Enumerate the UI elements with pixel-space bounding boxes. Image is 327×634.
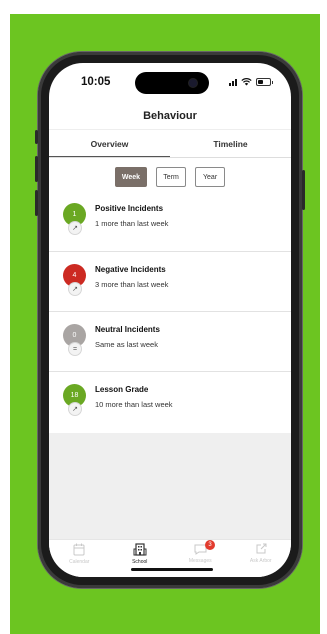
dynamic-island xyxy=(135,72,209,94)
item-subtitle: 1 more than last week xyxy=(95,219,169,228)
tab-overview[interactable]: Overview xyxy=(49,130,170,158)
home-indicator[interactable] xyxy=(131,568,213,571)
nav-ask-arbor[interactable]: Ask Arbor xyxy=(231,540,292,577)
wifi-icon xyxy=(241,78,252,86)
item-subtitle: 10 more than last week xyxy=(95,400,173,409)
phone-frame: 10:05 Behaviour Overview Timeline Week T… xyxy=(35,52,305,588)
incident-list: 1 ↗ Positive Incidents 1 more than last … xyxy=(49,191,291,431)
phone-screen: 10:05 Behaviour Overview Timeline Week T… xyxy=(49,63,291,577)
status-icons xyxy=(229,78,273,86)
calendar-icon xyxy=(73,543,85,556)
trend-up-icon: ↗ xyxy=(68,282,82,296)
tab-timeline[interactable]: Timeline xyxy=(170,130,291,157)
signal-icon xyxy=(229,78,237,86)
nav-label: Messages xyxy=(188,558,212,564)
volume-down-button xyxy=(35,190,38,216)
nav-label: School xyxy=(132,559,148,565)
list-item[interactable]: 4 ↗ Negative Incidents 3 more than last … xyxy=(49,251,291,311)
list-item[interactable]: 0 = Neutral Incidents Same as last week xyxy=(49,311,291,371)
period-year-button[interactable]: Year xyxy=(195,167,226,187)
nav-calendar[interactable]: Calendar xyxy=(49,540,110,577)
period-week-button[interactable]: Week xyxy=(114,167,148,187)
nav-label: Calendar xyxy=(69,559,90,565)
unread-badge: 3 xyxy=(205,540,215,550)
period-selector: Week Term Year xyxy=(49,167,291,187)
power-button xyxy=(302,170,305,210)
tab-bar: Overview Timeline xyxy=(49,129,291,158)
item-title: Positive Incidents xyxy=(95,204,164,213)
item-title: Negative Incidents xyxy=(95,265,166,274)
item-subtitle: Same as last week xyxy=(95,340,158,349)
empty-area xyxy=(49,433,291,539)
action-button xyxy=(35,130,38,144)
period-term-button[interactable]: Term xyxy=(156,167,187,187)
item-title: Lesson Grade xyxy=(95,385,149,394)
nav-messages[interactable]: 3 Messages xyxy=(170,540,231,577)
ask-arbor-icon xyxy=(256,543,267,554)
equal-icon: = xyxy=(68,342,82,356)
trend-up-icon: ↗ xyxy=(68,402,82,416)
list-item[interactable]: 1 ↗ Positive Incidents 1 more than last … xyxy=(49,191,291,251)
list-item[interactable]: 18 ↗ Lesson Grade 10 more than last week xyxy=(49,371,291,431)
status-time: 10:05 xyxy=(81,76,111,88)
page-title: Behaviour xyxy=(143,110,197,122)
status-bar: 10:05 xyxy=(49,63,291,103)
school-icon xyxy=(133,543,147,556)
tab-divider xyxy=(49,157,291,158)
nav-school[interactable]: School xyxy=(110,540,171,577)
nav-label: Ask Arbor xyxy=(249,558,272,564)
volume-up-button xyxy=(35,156,38,182)
item-title: Neutral Incidents xyxy=(95,325,160,334)
item-subtitle: 3 more than last week xyxy=(95,280,169,289)
trend-up-icon: ↗ xyxy=(68,221,82,235)
bottom-nav: Calendar School 3 Messages Ask Arbor xyxy=(49,539,291,577)
battery-icon xyxy=(256,78,273,86)
camera-icon xyxy=(189,79,197,87)
